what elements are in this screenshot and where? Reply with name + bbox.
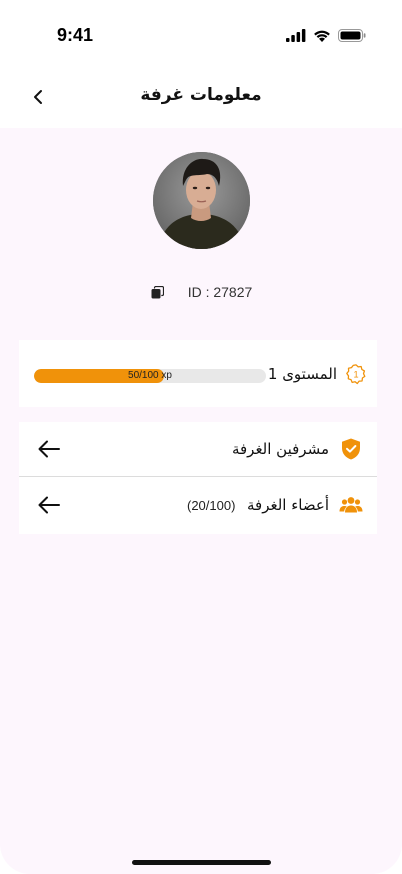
room-members-row[interactable]: أعضاء الغرفة (20/100) xyxy=(19,478,377,533)
cellular-signal-icon xyxy=(286,29,306,42)
wifi-icon xyxy=(314,30,330,42)
level-badge-icon: 1 xyxy=(346,364,366,385)
room-admins-label: مشرفين الغرفة xyxy=(231,440,329,458)
avatar xyxy=(153,152,250,249)
avatar-photo xyxy=(153,152,250,249)
level-progress-bar: 50/100 xp xyxy=(34,369,266,383)
room-id: ID : 27827 xyxy=(187,284,253,300)
copy-button[interactable] xyxy=(150,284,166,300)
room-options-list: مشرفين الغرفة أعضاء الغرفة (20/100) xyxy=(19,422,377,534)
page-title: معلومات غرفة xyxy=(140,85,262,105)
id-row: ID : 27827 xyxy=(0,284,402,300)
room-members-count: (20/100) xyxy=(187,498,236,513)
level-progress-text: 50/100 xp xyxy=(128,370,172,381)
shield-check-icon xyxy=(342,438,360,460)
header: معلومات غرفة xyxy=(0,68,402,128)
status-icons xyxy=(286,29,366,42)
status-bar: 9:41 xyxy=(0,0,402,68)
svg-text:1: 1 xyxy=(353,369,358,379)
home-indicator xyxy=(132,860,271,865)
level-card: 1 المستوى 1 50/100 xp xyxy=(19,340,377,407)
level-label: المستوى 1 xyxy=(267,365,337,383)
arrow-left-icon xyxy=(38,440,60,458)
status-time: 9:41 xyxy=(57,25,94,45)
room-members-label: أعضاء الغرفة xyxy=(247,496,329,514)
phone-screen: 9:41 معلومات غرفة ID: 27827 1 المستوى 1… xyxy=(0,0,402,874)
row-divider xyxy=(19,476,377,477)
users-icon xyxy=(339,497,363,513)
copy-icon xyxy=(151,285,165,298)
battery-icon xyxy=(338,29,366,42)
arrow-left-icon xyxy=(38,496,60,514)
room-admins-row[interactable]: مشرفين الغرفة xyxy=(19,422,377,477)
